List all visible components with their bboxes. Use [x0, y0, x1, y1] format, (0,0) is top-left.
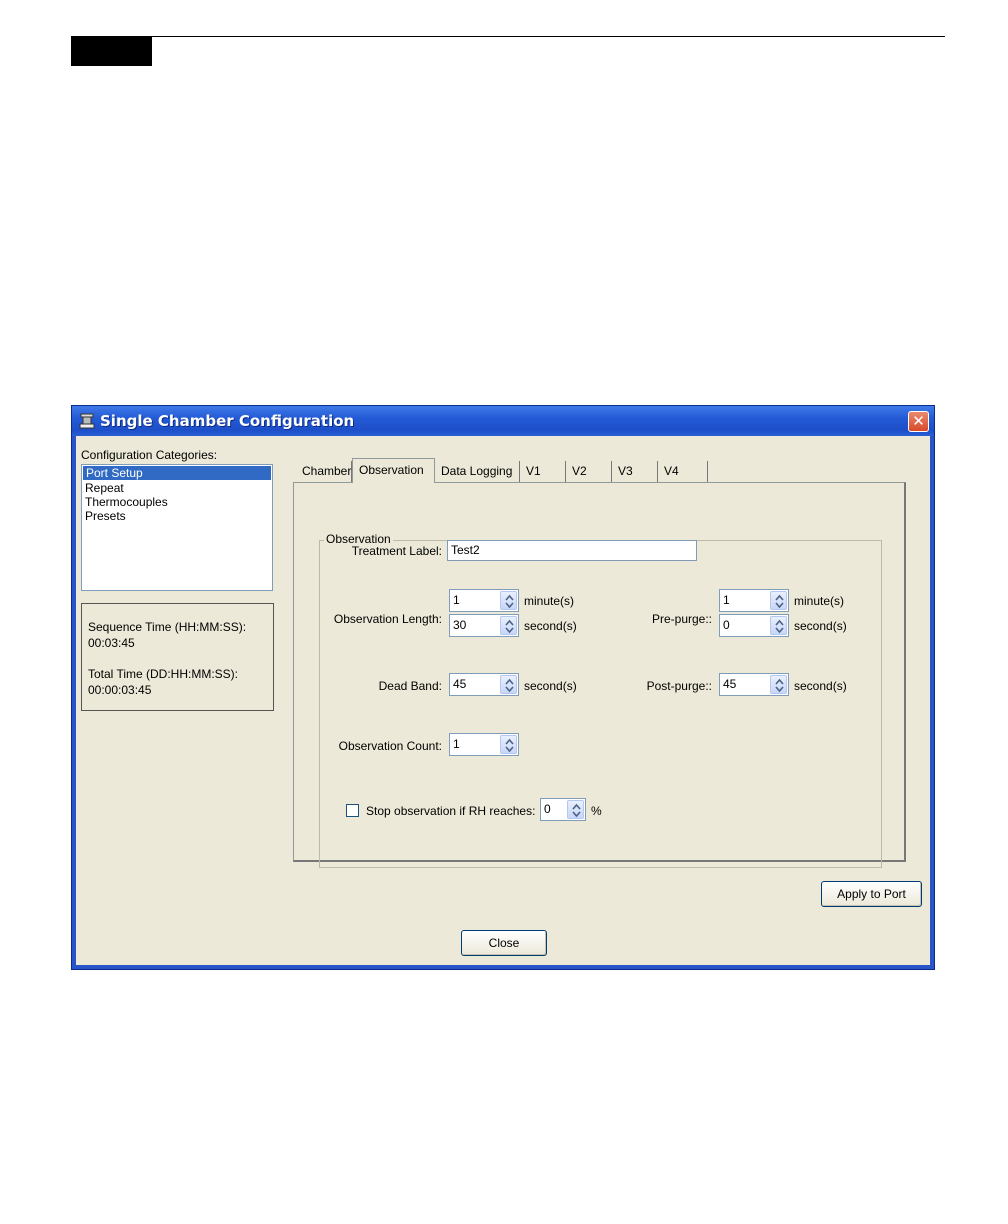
observation-count-spinner[interactable]: 1	[449, 733, 519, 756]
tab-observation-label: Observation	[359, 463, 424, 477]
tab-v1[interactable]: V1	[520, 461, 566, 482]
tab-v4-label: V4	[664, 464, 679, 478]
spinner-arrows-icon[interactable]	[500, 675, 517, 694]
prepurge-minutes-value: 1	[723, 593, 730, 607]
obs-length-seconds-unit: second(s)	[524, 619, 577, 633]
tab-observation[interactable]: Observation	[352, 458, 435, 483]
postpurge-spinner[interactable]: 45	[719, 673, 789, 696]
title-bar[interactable]: Single Chamber Configuration ✕	[72, 406, 934, 436]
stop-rh-checkbox[interactable]	[346, 804, 359, 817]
spinner-arrows-icon[interactable]	[770, 616, 787, 635]
total-time-value: 00:00:03:45	[88, 683, 152, 697]
observation-count-value: 1	[453, 737, 460, 751]
close-button[interactable]: Close	[461, 930, 547, 956]
tab-v3-label: V3	[618, 464, 633, 478]
prepurge-seconds-value: 0	[723, 618, 730, 632]
observation-group	[319, 540, 882, 868]
spinner-arrows-icon[interactable]	[500, 591, 517, 610]
category-port-setup[interactable]: Port Setup	[83, 466, 271, 480]
categories-label: Configuration Categories:	[81, 448, 218, 462]
tab-v3[interactable]: V3	[612, 461, 658, 482]
tab-chamber-label: Chamber	[302, 464, 352, 478]
prepurge-seconds-unit: second(s)	[794, 619, 847, 633]
prepurge-label: Pre-purge::	[651, 612, 712, 626]
tab-data-logging[interactable]: Data Logging	[435, 461, 520, 482]
dead-band-spinner[interactable]: 45	[449, 673, 519, 696]
close-icon[interactable]: ✕	[908, 411, 929, 432]
apply-to-port-button[interactable]: Apply to Port	[821, 881, 922, 907]
tab-v2[interactable]: V2	[566, 461, 612, 482]
stop-rh-label: Stop observation if RH reaches:	[366, 804, 536, 818]
dialog-client-area: Configuration Categories: Port Setup Rep…	[76, 436, 930, 965]
spinner-arrows-icon[interactable]	[770, 675, 787, 694]
spinner-arrows-icon[interactable]	[500, 735, 517, 754]
treatment-label: Treatment Label:	[351, 544, 442, 558]
tab-v4[interactable]: V4	[658, 461, 708, 482]
sequence-time-value: 00:03:45	[88, 636, 135, 650]
spinner-arrows-icon[interactable]	[567, 800, 584, 819]
categories-list[interactable]: Port Setup Repeat Thermocouples Presets	[81, 464, 273, 591]
observation-length-label: Observation Length:	[333, 612, 442, 626]
treatment-label-input[interactable]: Test2	[447, 540, 697, 561]
prepurge-seconds-spinner[interactable]: 0	[719, 614, 789, 637]
postpurge-unit: second(s)	[794, 679, 847, 693]
tab-chamber[interactable]: Chamber	[296, 461, 352, 482]
postpurge-value: 45	[723, 677, 737, 691]
obs-length-minutes-unit: minute(s)	[524, 594, 575, 608]
dialog-window: Single Chamber Configuration ✕ Configura…	[71, 405, 935, 970]
postpurge-label: Post-purge::	[646, 679, 712, 693]
dead-band-value: 45	[453, 677, 467, 691]
spinner-arrows-icon[interactable]	[500, 616, 517, 635]
obs-length-minutes-spinner[interactable]: 1	[449, 589, 519, 612]
window-title: Single Chamber Configuration	[100, 412, 355, 430]
time-summary-box: Sequence Time (HH:MM:SS): 00:03:45 Total…	[81, 603, 274, 711]
obs-length-seconds-spinner[interactable]: 30	[449, 614, 519, 637]
observation-count-label: Observation Count:	[338, 739, 442, 753]
sequence-time-label: Sequence Time (HH:MM:SS):	[88, 620, 247, 634]
prepurge-minutes-spinner[interactable]: 1	[719, 589, 789, 612]
dead-band-unit: second(s)	[524, 679, 577, 693]
tab-data-logging-label: Data Logging	[441, 464, 513, 478]
category-thermocouples[interactable]: Thermocouples	[82, 495, 272, 509]
chamber-app-icon	[79, 413, 95, 429]
spinner-arrows-icon[interactable]	[770, 591, 787, 610]
tab-v1-label: V1	[526, 464, 541, 478]
category-presets[interactable]: Presets	[82, 509, 272, 523]
stop-rh-spinner[interactable]: 0	[540, 798, 586, 821]
prepurge-minutes-unit: minute(s)	[794, 594, 845, 608]
dead-band-label: Dead Band:	[378, 679, 442, 693]
category-repeat[interactable]: Repeat	[82, 481, 272, 495]
obs-length-seconds-value: 30	[453, 618, 467, 632]
tab-v2-label: V2	[572, 464, 587, 478]
obs-length-minutes-value: 1	[453, 593, 460, 607]
total-time-label: Total Time (DD:HH:MM:SS):	[88, 667, 239, 681]
percent-unit: %	[591, 804, 602, 818]
page-header-rule	[71, 36, 945, 37]
stop-rh-value: 0	[544, 802, 551, 816]
page-header-block	[71, 37, 152, 66]
